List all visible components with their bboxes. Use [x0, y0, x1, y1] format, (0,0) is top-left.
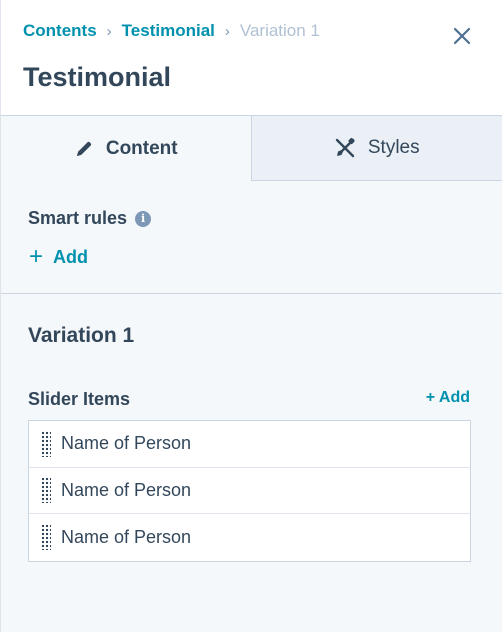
smart-rules-label: Smart rules	[28, 208, 128, 228]
breadcrumb-separator: ›	[106, 22, 112, 40]
pencil-icon	[76, 141, 91, 156]
smart-rules-section: Smart rules i + Add	[1, 181, 502, 294]
tab-content[interactable]: Content	[1, 116, 252, 181]
sidebar-panel: Contents › Testimonial › Variation 1 Tes…	[0, 0, 502, 632]
plus-icon: +	[29, 243, 44, 270]
info-icon[interactable]: i	[135, 210, 152, 227]
drag-handle-icon[interactable]	[41, 477, 51, 504]
panel-header: Contents › Testimonial › Variation 1 Tes…	[1, 0, 502, 116]
tab-bar: Content Styles	[1, 116, 502, 181]
add-slider-item-button[interactable]: + Add	[426, 389, 470, 407]
smart-rules-heading: Smart rules i	[28, 208, 152, 229]
drag-handle-icon[interactable]	[41, 524, 51, 551]
tab-styles[interactable]: Styles	[251, 116, 502, 181]
brush-icon	[335, 137, 355, 158]
breadcrumb-current: Variation 1	[239, 21, 320, 40]
breadcrumb-contents-link[interactable]: Contents	[23, 21, 97, 41]
add-smart-rule-button[interactable]: + Add	[29, 245, 88, 269]
tab-styles-label: Styles	[367, 137, 420, 158]
slider-items-list: Name of Person Name of Person Name of Pe…	[28, 420, 471, 562]
list-item[interactable]: Name of Person	[29, 421, 470, 468]
list-item-label: Name of Person	[61, 526, 192, 547]
list-item-label: Name of Person	[61, 433, 192, 454]
close-button[interactable]	[450, 24, 474, 48]
list-item-label: Name of Person	[61, 479, 192, 500]
slider-items-label: Slider Items	[28, 389, 131, 409]
breadcrumb-testimonial-link[interactable]: Testimonial	[122, 21, 215, 41]
list-item[interactable]: Name of Person	[29, 514, 470, 561]
add-smart-rule-label: Add	[53, 246, 89, 267]
tab-content-label: Content	[105, 137, 178, 159]
variation-title: Variation 1	[28, 324, 135, 347]
close-icon	[453, 27, 471, 45]
breadcrumb: Contents › Testimonial › Variation 1	[23, 20, 320, 42]
page-title: Testimonial	[23, 62, 172, 92]
list-item[interactable]: Name of Person	[29, 468, 470, 514]
breadcrumb-separator: ›	[224, 22, 230, 40]
drag-handle-icon[interactable]	[41, 430, 51, 457]
